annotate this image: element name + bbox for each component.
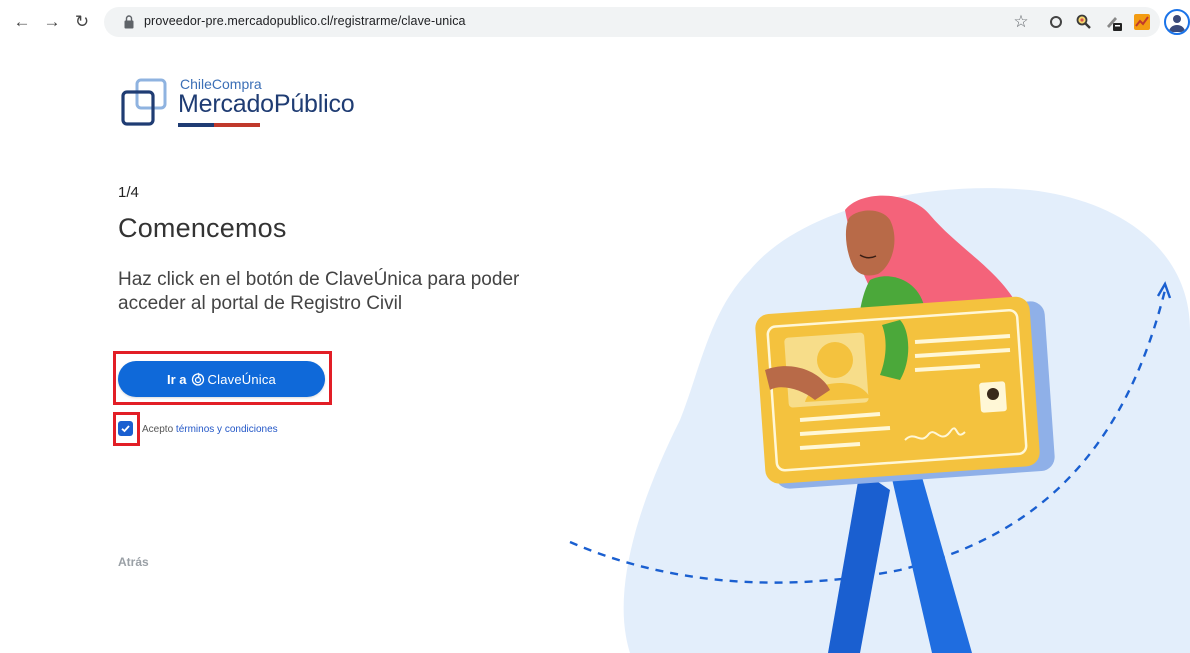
step-indicator: 1/4 <box>118 184 139 201</box>
terms-link[interactable]: términos y condiciones <box>176 424 278 435</box>
reload-icon[interactable]: ↻ <box>72 12 92 32</box>
page-description: Haz click en el botón de ClaveÚnica para… <box>118 269 520 314</box>
button-brand-label: ClaveÚnica <box>207 371 276 387</box>
clave-unica-button[interactable]: Ir a ClaveÚnica <box>118 361 325 397</box>
profile-avatar[interactable] <box>1164 9 1190 35</box>
url-text[interactable]: proveedor-pre.mercadopublico.cl/registra… <box>144 14 466 28</box>
page-title: Comencemos <box>118 213 287 243</box>
checkmark-icon <box>121 425 130 433</box>
logo-mercadopublico-text: MercadoPúblico <box>178 90 355 118</box>
terms-prefix: Acepto <box>142 424 174 435</box>
logo-mark-icon <box>121 78 167 126</box>
extension-chart-icon[interactable] <box>1131 11 1153 33</box>
bookmark-star-icon[interactable]: ☆ <box>1010 11 1032 33</box>
terms-label: Acepto términos y condiciones <box>142 424 278 435</box>
extension-circle-icon[interactable] <box>1045 11 1067 33</box>
browser-toolbar: ← → ↻ proveedor-pre.mercadopublico.cl/re… <box>0 0 1190 44</box>
lock-icon <box>124 15 134 29</box>
forward-arrow-icon[interactable]: → <box>42 12 62 32</box>
back-link[interactable]: Atrás <box>118 555 149 569</box>
back-arrow-icon[interactable]: ← <box>12 12 32 32</box>
extension-tools-icon[interactable] <box>1103 11 1125 33</box>
terms-checkbox[interactable] <box>118 421 133 436</box>
mercadopublico-logo[interactable]: ChileCompra MercadoPúblico <box>120 76 355 132</box>
woman-with-id-card-illustration <box>569 188 1190 653</box>
clave-unica-icon <box>191 372 204 386</box>
button-prefix-label: Ir a <box>167 371 187 387</box>
logo-flag-bar <box>178 123 260 127</box>
extension-search-icon[interactable] <box>1073 11 1095 33</box>
